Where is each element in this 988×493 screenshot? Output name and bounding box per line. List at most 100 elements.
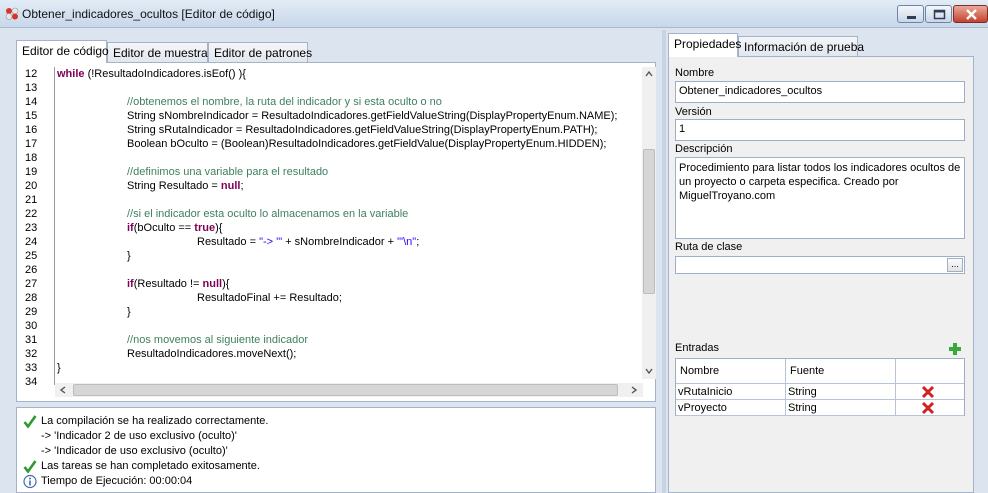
code-token: ; bbox=[240, 180, 244, 192]
row-fuente[interactable]: String bbox=[786, 400, 896, 416]
line-number-gutter: 12 13 14 15 16 17 18 19 20 21 22 23 24 25 26 27 28 29 30 31… bbox=[25, 67, 53, 385]
column-header-fuente[interactable]: Fuente bbox=[786, 359, 896, 383]
maximize-button[interactable] bbox=[925, 5, 952, 23]
browse-button[interactable]: ... bbox=[947, 258, 963, 272]
code-line[interactable]: if(bOculto == true){ bbox=[127, 221, 222, 235]
code-token: } bbox=[127, 306, 131, 318]
scroll-right-icon[interactable] bbox=[628, 384, 640, 396]
code-keyword: if bbox=[127, 278, 134, 290]
code-line[interactable]: ResultadoFinal += Resultado; bbox=[197, 291, 342, 305]
close-button[interactable] bbox=[953, 5, 988, 23]
console-message-text: Tiempo de Ejecución: 00:00:04 bbox=[41, 475, 193, 487]
code-editor-frame: 12 13 14 15 16 17 18 19 20 21 22 23 24 25 26 27 28 29 30 31… bbox=[16, 62, 656, 402]
code-line[interactable]: //definimos una variable para el resulta… bbox=[127, 165, 328, 179]
minimize-icon bbox=[907, 16, 916, 19]
scroll-down-icon[interactable] bbox=[643, 365, 655, 377]
code-token: } bbox=[127, 250, 131, 262]
code-line[interactable]: } bbox=[127, 249, 131, 263]
window-titlebar: Obtener_indicadores_ocultos [Editor de c… bbox=[0, 0, 988, 28]
console-message-text: Las tareas se han completado exitosament… bbox=[41, 460, 260, 472]
row-fuente[interactable]: String bbox=[786, 384, 896, 400]
tab-editor-codigo[interactable]: Editor de código bbox=[16, 40, 109, 63]
code-keyword: if bbox=[127, 222, 134, 234]
code-line[interactable]: while (!ResultadoIndicadores.isEof() ){ bbox=[57, 67, 246, 81]
tab-informacion-prueba[interactable]: Información de prueba bbox=[738, 36, 864, 56]
line-number: 20 bbox=[25, 180, 38, 192]
console-message-text: -> 'Indicador 2 de uso exclusivo (oculto… bbox=[41, 430, 237, 442]
tab-editor-patrones[interactable]: Editor de patrones bbox=[208, 42, 312, 62]
code-line[interactable]: String sNombreIndicador = ResultadoIndic… bbox=[127, 109, 617, 123]
code-token: (bOculto == bbox=[133, 222, 195, 234]
horizontal-scroll-thumb[interactable] bbox=[73, 384, 618, 396]
code-line[interactable]: //si el indicador esta oculto lo almacen… bbox=[127, 207, 408, 221]
code-string: "-> '" bbox=[259, 236, 283, 248]
delete-icon[interactable] bbox=[921, 401, 935, 415]
nombre-label: Nombre bbox=[675, 67, 715, 79]
code-editor[interactable]: 12 13 14 15 16 17 18 19 20 21 22 23 24 25 26 27 28 29 30 31… bbox=[25, 67, 645, 385]
code-token: ; bbox=[416, 236, 420, 248]
line-number: 29 bbox=[25, 306, 38, 318]
scroll-left-icon[interactable] bbox=[57, 384, 69, 396]
code-line[interactable]: String sRutaIndicador = ResultadoIndicad… bbox=[127, 123, 597, 137]
close-icon bbox=[966, 9, 977, 20]
check-icon bbox=[23, 415, 37, 429]
line-number: 26 bbox=[25, 264, 38, 276]
code-keyword: null bbox=[220, 180, 241, 192]
code-line[interactable]: Resultado = "-> '" + sNombreIndicador + … bbox=[197, 235, 419, 249]
code-token: ){ bbox=[215, 222, 223, 234]
code-keyword: true bbox=[194, 222, 216, 234]
code-line[interactable]: //obtenemos el nombre, la ruta del indic… bbox=[127, 95, 442, 109]
line-number: 13 bbox=[25, 82, 38, 94]
line-number: 15 bbox=[25, 110, 38, 122]
tab-propiedades[interactable]: Propiedades bbox=[668, 33, 741, 57]
tab-editor-muestras[interactable]: Editor de muestras bbox=[107, 42, 214, 62]
delete-icon[interactable] bbox=[921, 385, 935, 399]
code-token: } bbox=[57, 362, 61, 374]
horizontal-scrollbar[interactable] bbox=[55, 383, 643, 397]
line-number: 27 bbox=[25, 278, 38, 290]
add-icon[interactable] bbox=[948, 342, 962, 356]
line-number: 24 bbox=[25, 236, 38, 248]
code-keyword: while bbox=[57, 68, 85, 80]
line-number: 34 bbox=[25, 376, 38, 385]
code-keyword: null bbox=[202, 278, 223, 290]
properties-pane: Propiedades Información de prueba Nombre… bbox=[666, 30, 988, 493]
code-line[interactable]: if(Resultado != null){ bbox=[127, 277, 229, 291]
ruta-clase-field[interactable]: ... bbox=[675, 256, 965, 274]
row-nombre[interactable]: vProyecto bbox=[676, 400, 786, 416]
line-number: 12 bbox=[25, 68, 38, 80]
code-line[interactable]: //nos movemos al siguiente indicador bbox=[127, 333, 308, 347]
entradas-label: Entradas bbox=[675, 342, 720, 354]
output-console: La compilación se ha realizado correctam… bbox=[16, 407, 656, 493]
descripcion-field[interactable]: Procedimiento para listar todos los indi… bbox=[675, 157, 965, 239]
code-token: + sNombreIndicador + bbox=[282, 236, 398, 248]
code-text-area[interactable]: while (!ResultadoIndicadores.isEof() ){ /… bbox=[54, 67, 642, 385]
code-line[interactable]: ResultadoIndicadores.moveNext(); bbox=[127, 347, 296, 361]
line-number: 32 bbox=[25, 348, 38, 360]
vertical-scroll-thumb[interactable] bbox=[643, 149, 655, 294]
restore-icon bbox=[933, 9, 946, 20]
code-string: "'\n" bbox=[397, 236, 417, 248]
console-message-text: La compilación se ha realizado correctam… bbox=[41, 415, 269, 427]
nombre-field[interactable]: Obtener_indicadores_ocultos bbox=[675, 81, 965, 103]
row-nombre[interactable]: vRutaInicio bbox=[676, 384, 786, 400]
line-number: 25 bbox=[25, 250, 38, 262]
table-row[interactable]: vProyecto String bbox=[676, 400, 964, 416]
code-line[interactable]: } bbox=[57, 361, 61, 375]
code-comment: //definimos una variable para el resulta… bbox=[127, 166, 329, 178]
line-number: 31 bbox=[25, 334, 38, 346]
line-number: 17 bbox=[25, 138, 38, 150]
code-line[interactable]: String Resultado = null; bbox=[127, 179, 244, 193]
version-field[interactable]: 1 bbox=[675, 119, 965, 141]
column-header-nombre[interactable]: Nombre bbox=[676, 359, 786, 383]
table-row[interactable]: vRutaInicio String bbox=[676, 384, 964, 400]
scroll-up-icon[interactable] bbox=[643, 68, 655, 80]
minimize-button[interactable] bbox=[897, 5, 924, 23]
code-line[interactable]: } bbox=[127, 305, 131, 319]
info-icon bbox=[23, 474, 37, 489]
version-label: Versión bbox=[675, 106, 712, 118]
vertical-scrollbar[interactable] bbox=[642, 67, 656, 379]
entradas-table: Nombre Fuente vRutaInicio String vProyec… bbox=[675, 358, 965, 416]
code-line[interactable]: Boolean bOculto = (Boolean)ResultadoIndi… bbox=[127, 137, 606, 151]
line-number: 18 bbox=[25, 152, 38, 164]
